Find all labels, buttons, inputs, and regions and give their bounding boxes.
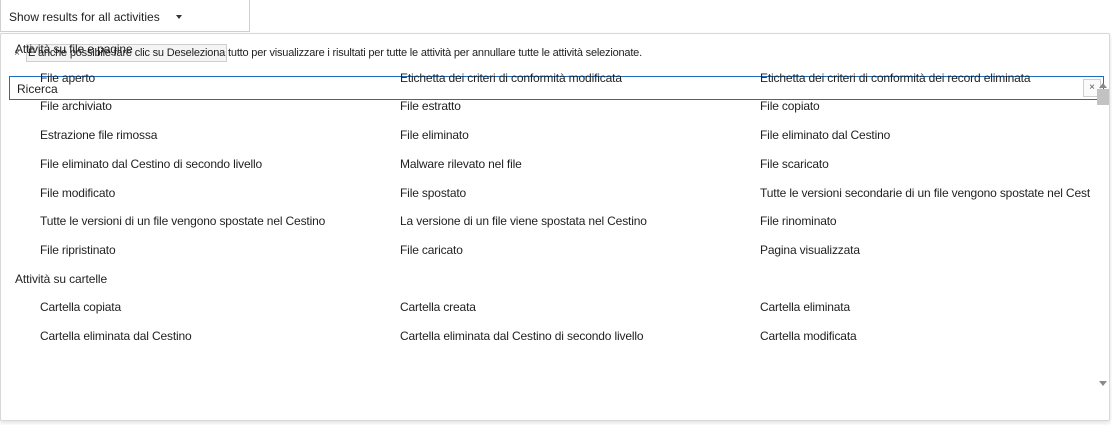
activity-option[interactable]: Cartella modificata bbox=[760, 329, 857, 343]
scroll-down-icon[interactable] bbox=[1099, 381, 1107, 386]
activity-list: Attività su file e pagine File aperto Etic… bbox=[0, 0, 1090, 421]
scrollbar[interactable] bbox=[1096, 80, 1110, 388]
activity-option[interactable]: Malware rilevato nel file bbox=[400, 157, 522, 171]
scrollbar-thumb[interactable] bbox=[1097, 89, 1109, 105]
group-title: Attività su file e pagine bbox=[15, 42, 133, 56]
activity-option[interactable]: File archiviato bbox=[40, 99, 112, 113]
activity-option[interactable]: File aperto bbox=[40, 71, 95, 85]
activity-option[interactable]: File eliminato dal Cestino di secondo li… bbox=[40, 157, 262, 171]
activity-option[interactable]: File caricato bbox=[400, 243, 463, 257]
scroll-up-icon[interactable] bbox=[1099, 83, 1107, 88]
activity-option[interactable]: File rinominato bbox=[760, 214, 837, 228]
activity-option[interactable]: File modificato bbox=[40, 186, 115, 200]
activity-option[interactable]: Etichetta dei criteri di conformità modi… bbox=[400, 71, 622, 85]
activity-option[interactable]: File eliminato bbox=[400, 128, 469, 142]
activity-option[interactable]: Cartella eliminata dal Cestino di second… bbox=[400, 329, 644, 343]
activity-option[interactable]: Cartella eliminata bbox=[760, 300, 850, 314]
group-title: Attività su cartelle bbox=[15, 271, 108, 286]
activity-option[interactable]: Etichetta dei criteri di conformità dei … bbox=[760, 71, 1031, 85]
activity-option[interactable]: File ripristinato bbox=[40, 243, 116, 257]
activity-option[interactable]: File copiato bbox=[760, 99, 820, 113]
activity-option[interactable]: File spostato bbox=[400, 186, 466, 200]
activity-option[interactable]: Cartella eliminata dal Cestino bbox=[40, 329, 192, 343]
activity-option[interactable]: File estratto bbox=[400, 99, 461, 113]
activity-option[interactable]: La versione di un file viene spostata ne… bbox=[400, 214, 647, 228]
activity-option[interactable]: Tutte le versioni secondarie di un file … bbox=[760, 186, 1090, 200]
activity-option[interactable]: Estrazione file rimossa bbox=[40, 128, 157, 142]
activity-option[interactable]: Pagina visualizzata bbox=[760, 243, 860, 257]
activity-option[interactable]: File eliminato dal Cestino bbox=[760, 128, 890, 142]
activity-option[interactable]: File scaricato bbox=[760, 157, 829, 171]
activity-option[interactable]: Cartella creata bbox=[400, 300, 476, 314]
activity-option[interactable]: Cartella copiata bbox=[40, 300, 121, 314]
activity-option[interactable]: Tutte le versioni di un file vengono spo… bbox=[40, 214, 325, 228]
